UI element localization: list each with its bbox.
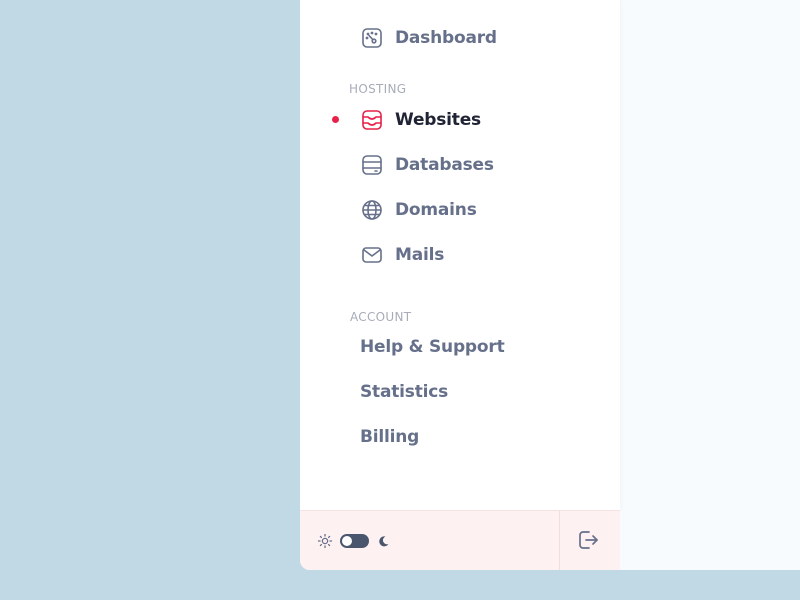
- sidebar-item-help-support[interactable]: Help & Support: [360, 337, 505, 357]
- logout-button[interactable]: [576, 528, 604, 556]
- sidebar-item-label: Domains: [395, 200, 477, 220]
- inbox-icon: [360, 108, 384, 132]
- theme-toggle[interactable]: [340, 534, 369, 548]
- sidebar-item-statistics[interactable]: Statistics: [360, 382, 448, 402]
- database-icon: [360, 153, 384, 177]
- sidebar-item-label: Dashboard: [395, 28, 497, 48]
- logout-icon: [579, 531, 598, 549]
- sidebar-item-label: Databases: [395, 155, 494, 175]
- sidebar-item-label: Websites: [395, 110, 481, 130]
- toggle-knob: [342, 536, 352, 546]
- sidebar-item-mails[interactable]: Mails: [360, 240, 444, 270]
- sidebar-item-databases[interactable]: Databases: [360, 150, 494, 180]
- sun-icon: [317, 533, 333, 549]
- sidebar-item-billing[interactable]: Billing: [360, 427, 419, 447]
- sidebar-footer: [300, 510, 620, 570]
- sidebar-item-domains[interactable]: Domains: [360, 195, 477, 225]
- section-label-hosting: HOSTING: [349, 82, 407, 96]
- sidebar-item-websites[interactable]: Websites: [360, 105, 481, 135]
- sidebar: Dashboard HOSTING Websites Databases Dom…: [300, 0, 620, 510]
- speedometer-icon: [360, 26, 384, 50]
- active-indicator: [332, 116, 339, 123]
- sidebar-item-dashboard[interactable]: Dashboard: [360, 23, 497, 53]
- moon-icon: [379, 536, 389, 547]
- globe-icon: [360, 198, 384, 222]
- sidebar-item-label: Mails: [395, 245, 445, 265]
- app-window: Dashboard HOSTING Websites Databases Dom…: [300, 0, 800, 570]
- mail-icon: [360, 243, 384, 267]
- footer-divider: [559, 511, 560, 570]
- section-label-account: ACCOUNT: [350, 310, 412, 324]
